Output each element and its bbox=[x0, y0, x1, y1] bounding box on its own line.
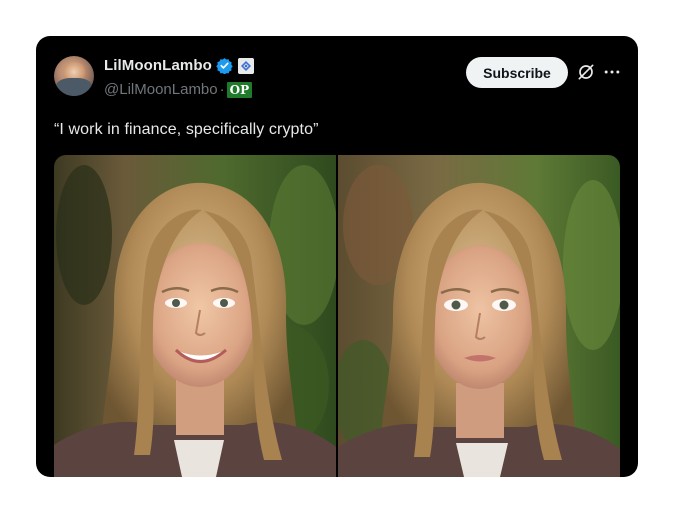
display-name[interactable]: LilMoonLambo bbox=[104, 57, 212, 74]
affiliate-badge-icon[interactable] bbox=[237, 57, 254, 74]
op-badge: OP bbox=[226, 81, 253, 98]
photo-right[interactable] bbox=[338, 155, 620, 477]
tweet-card: LilMoonLambo @LilMoonLambo · OP Subscrib… bbox=[36, 36, 638, 477]
subscribe-button[interactable]: Subscribe bbox=[466, 57, 568, 88]
user-name-row: LilMoonLambo bbox=[104, 57, 254, 74]
tweet-text: “I work in finance, specifically crypto” bbox=[54, 121, 319, 138]
media-grid[interactable] bbox=[54, 155, 620, 477]
more-dots-icon[interactable] bbox=[602, 62, 622, 82]
handle-row: @LilMoonLambo · OP bbox=[104, 81, 253, 98]
grok-icon[interactable] bbox=[576, 62, 596, 82]
photo-left[interactable] bbox=[54, 155, 336, 477]
avatar[interactable] bbox=[54, 56, 94, 96]
photo-left-image bbox=[54, 155, 336, 477]
verified-badge-icon bbox=[216, 58, 233, 74]
separator-dot: · bbox=[219, 81, 225, 98]
user-handle[interactable]: @LilMoonLambo bbox=[104, 81, 218, 98]
photo-right-image bbox=[338, 155, 620, 477]
